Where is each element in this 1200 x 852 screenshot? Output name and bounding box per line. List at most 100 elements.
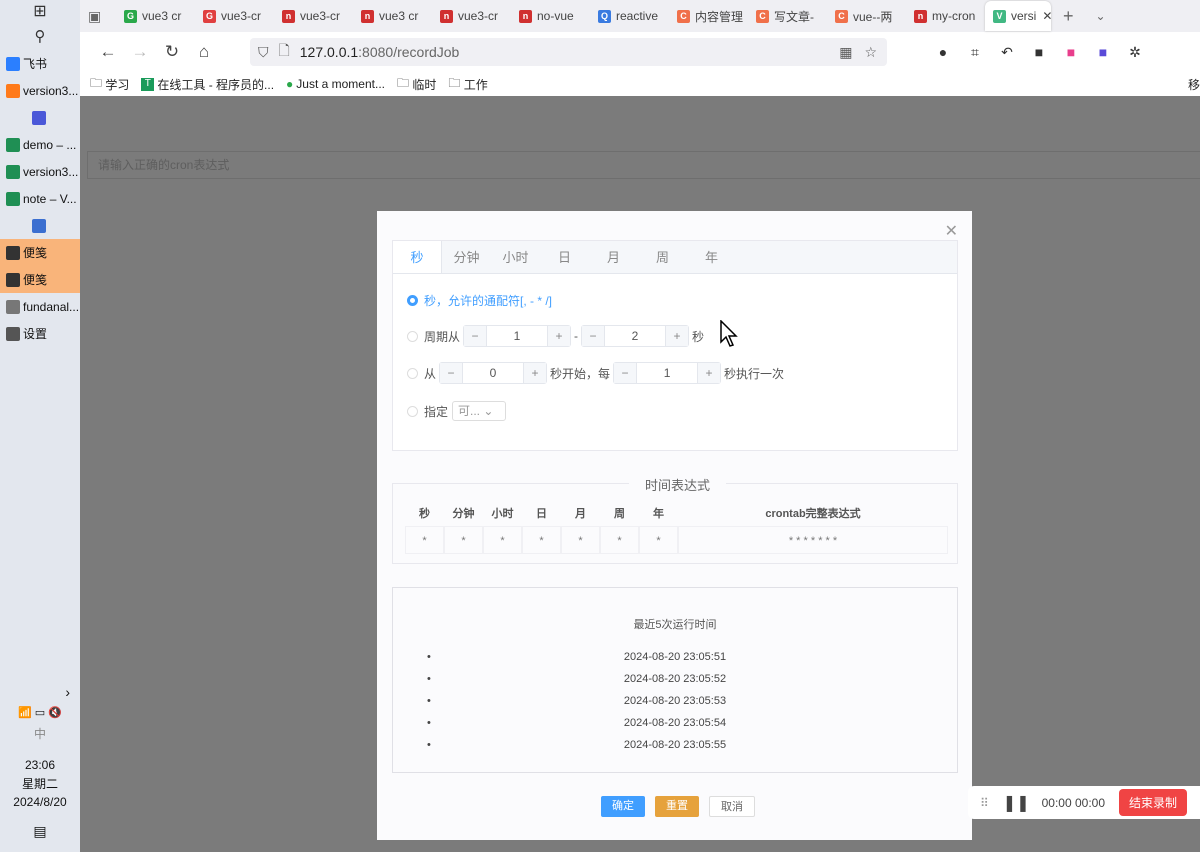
start-input[interactable] [462, 363, 525, 383]
bookmark-online-tools[interactable]: T 在线工具 - 程序员的... [141, 76, 274, 93]
radio-specify[interactable] [407, 405, 418, 417]
bookmark-folder-work[interactable]: 🗀 工作 [448, 74, 487, 95]
option-interval[interactable]: 从 −+ 秒开始，每 −+ 秒执行一次 [407, 362, 784, 384]
shield-icon[interactable]: ⛉ [258, 44, 269, 61]
every-input[interactable] [636, 363, 699, 383]
radio-wildcard[interactable] [407, 295, 418, 306]
increment-button[interactable]: + [666, 326, 689, 346]
bookmark-just-a-moment[interactable]: ● Just a moment... [286, 77, 385, 91]
drag-handle-icon[interactable]: ⠿ [980, 796, 989, 810]
taskbar-app[interactable]: 便笺 [0, 239, 80, 266]
start-stepper[interactable]: −+ [439, 362, 548, 384]
tray-icons[interactable]: 📶 ▭ 🔇 [0, 706, 80, 719]
tab-4[interactable]: 月 [589, 241, 638, 273]
stop-recording-button[interactable]: 结束录制 [1119, 789, 1188, 816]
extension-icon[interactable]: ■ [1087, 44, 1119, 60]
new-tab-button[interactable]: + [1063, 6, 1074, 27]
translate-icon[interactable]: ■ [1055, 44, 1087, 60]
windows-start-icon[interactable]: ⊞ [0, 0, 80, 24]
browser-tab[interactable]: n my-cron [906, 1, 985, 31]
browser-tab[interactable]: n vue3-cr [432, 1, 511, 31]
browser-tab[interactable]: n vue3-cr [274, 1, 353, 31]
crop-icon[interactable]: ⌗ [959, 44, 991, 61]
expression-column: 年 * [639, 502, 678, 554]
column-header: 秒 [419, 508, 430, 520]
star-icon[interactable]: ☆ [864, 44, 877, 61]
option-specify[interactable]: 指定 可... ⌄ [407, 401, 507, 421]
decrement-button[interactable]: − [464, 326, 487, 346]
decrement-button[interactable]: − [440, 363, 463, 383]
search-icon[interactable]: ⚲ [0, 24, 80, 50]
browser-tab[interactable]: Gvue3 cr [116, 1, 195, 31]
cycle-to-input[interactable] [604, 326, 667, 346]
cycle-to-stepper[interactable]: −+ [581, 325, 690, 347]
favicon-icon: G [203, 9, 216, 23]
mobile-bookmarks[interactable]: 移 [1188, 76, 1200, 93]
qr-code-icon[interactable]: ▦ [839, 44, 852, 61]
tab-0[interactable]: 秒 [393, 241, 442, 273]
reset-button[interactable]: 重置 [655, 796, 699, 817]
confirm-button[interactable]: 确定 [601, 796, 645, 817]
notification-icon[interactable]: ▤ [0, 823, 80, 840]
increment-button[interactable]: + [524, 363, 547, 383]
browser-tab[interactable]: Gvue3-cr [195, 1, 274, 31]
browser-tab[interactable]: n vue3 cr [353, 1, 432, 31]
back-button[interactable]: ← [92, 42, 124, 62]
clock-time[interactable]: 23:06 [0, 758, 80, 772]
option-wildcard[interactable]: 秒，允许的通配符[, - * /] [407, 292, 552, 309]
home-button[interactable]: ⌂ [188, 42, 220, 62]
taskbar-app[interactable]: version3... [0, 77, 80, 104]
radio-interval[interactable] [407, 367, 418, 379]
taskbar-app[interactable]: note – V... [0, 185, 80, 212]
browser-tab[interactable]: Qreactive [590, 1, 669, 31]
puzzle-icon[interactable]: ✲ [1119, 44, 1151, 61]
option-cycle[interactable]: 周期从 −+ - −+ 秒 [407, 325, 704, 347]
tab-5[interactable]: 周 [638, 241, 687, 273]
chevron-right-icon[interactable]: › [0, 684, 80, 700]
pause-icon[interactable]: ❚❚ [1003, 793, 1030, 813]
tab-6[interactable]: 年 [687, 241, 736, 273]
bookmark-folder-temp[interactable]: 🗀 临时 [397, 74, 436, 95]
tab-2[interactable]: 小时 [491, 241, 540, 273]
address-bar[interactable]: ⛉ 🗋 127.0.0.1:8080/recordJob ▦ ☆ [250, 38, 887, 66]
tab-3[interactable]: 日 [540, 241, 589, 273]
taskbar-app[interactable]: 飞书 [0, 50, 80, 77]
extension-glasses-icon[interactable]: ■ [1023, 44, 1055, 60]
taskbar-app[interactable]: 设置 [0, 320, 80, 347]
decrement-button[interactable]: − [582, 326, 605, 346]
increment-button[interactable]: + [698, 363, 721, 383]
increment-button[interactable]: + [548, 326, 571, 346]
taskbar-app[interactable] [0, 212, 80, 239]
browser-tab[interactable]: Vversi ✕ [985, 1, 1051, 31]
specify-select[interactable]: 可... ⌄ [452, 401, 507, 421]
undo-icon[interactable]: ↶ [991, 44, 1023, 61]
cron-expression-input[interactable]: 请输入正确的cron表达式 [87, 151, 1200, 179]
close-tab-icon[interactable]: ✕ [1042, 9, 1051, 23]
every-stepper[interactable]: −+ [613, 362, 722, 384]
browser-tab[interactable]: n no-vue [511, 1, 590, 31]
tab-list-chevron-icon[interactable]: ⌄ [1096, 9, 1106, 23]
browser-tab[interactable]: C 内容管理 [669, 1, 748, 31]
tab-1[interactable]: 分钟 [442, 241, 491, 273]
nav-bar: ← → ↻ ⌂ ⛉ 🗋 127.0.0.1:8080/recordJob ▦ ☆… [80, 32, 1200, 72]
column-value: * [639, 526, 678, 554]
cycle-from-input[interactable] [486, 326, 549, 346]
browser-tab[interactable]: C 写文章- [748, 1, 827, 31]
taskbar-app[interactable]: version3... [0, 158, 80, 185]
browser-tab[interactable]: Cvue--两 [827, 1, 906, 31]
extension-o-icon[interactable]: ● [927, 44, 959, 60]
taskbar-app[interactable]: demo – ... [0, 131, 80, 158]
decrement-button[interactable]: − [614, 363, 637, 383]
radio-cycle[interactable] [407, 330, 418, 342]
ime-indicator[interactable]: 中 [0, 725, 80, 742]
taskbar-app[interactable]: fundanal... [0, 293, 80, 320]
taskbar-app[interactable]: 便笺 [0, 266, 80, 293]
cancel-button[interactable]: 取消 [709, 796, 755, 817]
taskbar-app[interactable] [0, 104, 80, 131]
reload-button[interactable]: ↻ [156, 42, 188, 62]
tab-overview-icon[interactable]: ▣ [88, 8, 116, 25]
close-icon[interactable]: ✕ [945, 221, 958, 241]
bookmark-folder-study[interactable]: 🗀 学习 [90, 74, 129, 95]
cycle-from-stepper[interactable]: −+ [463, 325, 572, 347]
forward-button[interactable]: → [124, 42, 156, 62]
